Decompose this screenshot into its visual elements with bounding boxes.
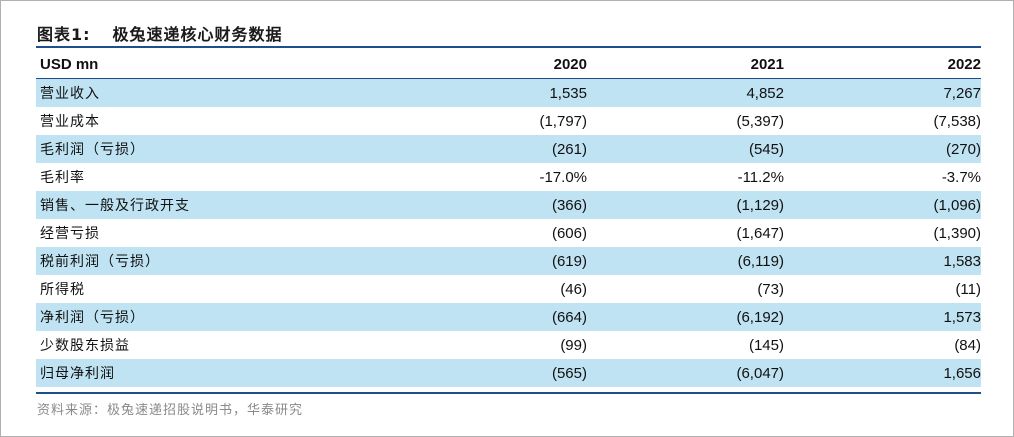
figure-number: 图表1:	[37, 25, 91, 44]
table-header-row: USD mn 2020 2021 2022	[36, 50, 981, 79]
row-label: 营业成本	[40, 114, 100, 130]
cell-value: (6,047)	[736, 364, 784, 382]
cell-value: (664)	[551, 308, 587, 326]
header-year-2021: 2021	[750, 55, 784, 73]
cell-value: -3.7%	[941, 168, 981, 186]
row-label: 所得税	[40, 282, 85, 298]
cell-value: (261)	[551, 140, 587, 158]
cell-value: (565)	[551, 364, 587, 382]
row-label: 经营亏损	[40, 226, 100, 242]
row-label: 销售、一般及行政开支	[40, 198, 190, 214]
table-row: 毛利率 -17.0% -11.2% -3.7%	[36, 163, 981, 191]
table-row: 净利润（亏损） (664) (6,192) 1,573	[36, 303, 981, 331]
bottom-rule	[36, 392, 981, 394]
cell-value: (5,397)	[736, 112, 784, 130]
table-row: 所得税 (46) (73) (11)	[36, 275, 981, 303]
cell-value: (1,390)	[933, 224, 981, 242]
row-label: 毛利率	[40, 170, 85, 186]
cell-value: (145)	[748, 336, 784, 354]
row-label: 净利润（亏损）	[40, 310, 145, 326]
cell-value: (11)	[955, 280, 981, 298]
row-label: 毛利润（亏损）	[40, 142, 145, 158]
cell-value: 1,573	[943, 308, 981, 326]
cell-value: (270)	[945, 140, 981, 158]
cell-value: (1,797)	[539, 112, 587, 130]
header-year-2022: 2022	[947, 55, 981, 73]
cell-value: -11.2%	[737, 168, 784, 186]
row-label: 少数股东损益	[40, 338, 130, 354]
table-row: 经营亏损 (606) (1,647) (1,390)	[36, 219, 981, 247]
table-title: 图表1: 极兔速递核心财务数据	[37, 21, 283, 45]
table-row: 营业收入 1,535 4,852 7,267	[36, 78, 981, 107]
cell-value: (366)	[551, 196, 587, 214]
table-row: 销售、一般及行政开支 (366) (1,129) (1,096)	[36, 191, 981, 219]
cell-value: (1,096)	[933, 196, 981, 214]
row-label: 营业收入	[40, 86, 100, 102]
cell-value: 7,267	[943, 84, 981, 102]
cell-value: (606)	[551, 224, 587, 242]
header-unit: USD mn	[40, 55, 99, 73]
table-row: 归母净利润 (565) (6,047) 1,656	[36, 359, 981, 387]
document-frame: 图表1: 极兔速递核心财务数据 USD mn 2020 2021 2022 营业收…	[0, 0, 1014, 437]
cell-value: 4,852	[746, 84, 784, 102]
table-row: 税前利润（亏损） (619) (6,119) 1,583	[36, 247, 981, 275]
cell-value: (6,119)	[737, 252, 784, 270]
cell-value: (46)	[560, 280, 587, 298]
cell-value: (73)	[757, 280, 784, 298]
cell-value: 1,535	[549, 84, 587, 102]
cell-value: (6,192)	[736, 308, 784, 326]
top-rule	[36, 46, 981, 48]
table-row: 营业成本 (1,797) (5,397) (7,538)	[36, 107, 981, 135]
row-label: 税前利润（亏损）	[40, 254, 160, 270]
row-label: 归母净利润	[40, 366, 115, 382]
table-row: 少数股东损益 (99) (145) (84)	[36, 331, 981, 359]
table-row: 毛利润（亏损） (261) (545) (270)	[36, 135, 981, 163]
source-note: 资料来源：极兔速递招股说明书，华泰研究	[37, 403, 304, 418]
table-body: 营业收入 1,535 4,852 7,267 营业成本 (1,797) (5,397) (7,…	[36, 78, 981, 387]
cell-value: (619)	[551, 252, 587, 270]
cell-value: (1,129)	[736, 196, 784, 214]
figure-caption: 极兔速递核心财务数据	[112, 25, 283, 44]
header-year-2020: 2020	[553, 55, 587, 73]
cell-value: -17.0%	[539, 168, 587, 186]
financial-table: USD mn 2020 2021 2022 营业收入 1,535 4,852 7,26…	[36, 50, 981, 387]
cell-value: (7,538)	[933, 112, 981, 130]
cell-value: (545)	[748, 140, 784, 158]
cell-value: (99)	[560, 336, 587, 354]
cell-value: (84)	[954, 336, 981, 354]
cell-value: 1,656	[943, 364, 981, 382]
cell-value: (1,647)	[736, 224, 784, 242]
cell-value: 1,583	[943, 252, 981, 270]
